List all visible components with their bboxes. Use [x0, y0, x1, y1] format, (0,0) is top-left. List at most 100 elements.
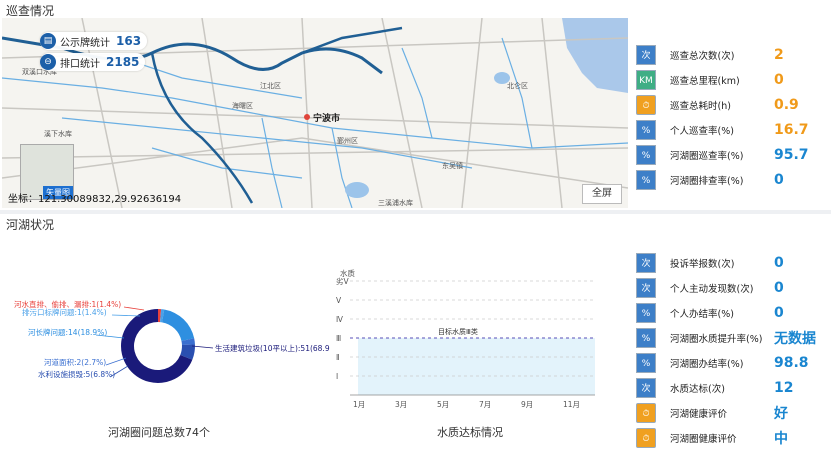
map-place-label: 江北区 — [260, 82, 281, 90]
stat-value: 无数据 — [774, 330, 816, 347]
stat-label: 河湖圈排查率(%) — [670, 175, 744, 187]
stat-label: 个人办结率(%) — [670, 308, 734, 320]
wq-ytick: Ⅲ — [336, 334, 341, 343]
stat-value: 98.8 — [774, 354, 809, 371]
map-city-marker-icon — [304, 114, 310, 120]
stat-row: % 个人办结率(%) 0 — [636, 300, 826, 325]
map-place-label: 北仑区 — [507, 81, 528, 90]
signboard-stat-label: 公示牌统计 — [60, 37, 110, 49]
signboard-stat[interactable]: ▤ 公示牌统计 163 — [40, 32, 148, 50]
river-panel: 河湖状况 河水直排、偷排、漏排:1(1.4%) 排污口标牌问题:1(1.4%) … — [0, 214, 831, 458]
map-city-label: 宁波市 — [313, 112, 340, 124]
stat-row: % 河湖圈水质提升率(%) 无数据 — [636, 325, 826, 350]
stat-value: 12 — [774, 379, 794, 396]
stat-row: ⏱ 巡查总耗时(h) 0.9 — [636, 92, 826, 117]
fullscreen-button[interactable]: 全屏 — [582, 184, 622, 204]
stat-value: 0 — [774, 171, 784, 188]
pie-leader-line — [111, 314, 141, 317]
wq-xtick: 5月 — [437, 400, 449, 409]
outfall-stat-label: 排口统计 — [60, 58, 100, 70]
stat-label: 巡查总次数(次) — [670, 50, 735, 62]
stat-row: % 河湖圈巡查率(%) 95.7 — [636, 142, 826, 167]
wq-area — [358, 338, 595, 395]
river-stats: 次投诉举报数(次) 0 次个人主动发现数(次) 0% 个人办结率(%) 0% 河湖圈水质提升… — [636, 250, 826, 450]
wq-ytick: Ⅴ — [336, 296, 342, 305]
percent-icon: % — [636, 352, 656, 373]
stat-row: 次 水质达标(次) 12 — [636, 375, 826, 400]
pie-label: 河道面积:2(2.7%) — [44, 357, 106, 367]
issue-pie-chart: 河水直排、偷排、漏排:1(1.4%) 排污口标牌问题:1(1.4%) 河长牌问题… — [14, 299, 330, 383]
stat-label: 河湖圈健康评价 — [670, 433, 737, 445]
wq-xtick: 3月 — [395, 400, 407, 409]
map-place-label: 溪下水库 — [44, 129, 72, 138]
stat-label: 个人巡查率(%) — [670, 125, 734, 137]
stat-value: 中 — [774, 430, 788, 447]
pie-caption: 河湖圈问题总数74个 — [108, 426, 210, 439]
clock-icon: ⏱ — [636, 402, 656, 423]
patrol-panel: 巡查情况 双溪口水库 溪下水库 三溪浦水库 海曙区 江北区 鄞州区 北仑区 东吴… — [0, 0, 831, 210]
patrol-map[interactable]: 双溪口水库 溪下水库 三溪浦水库 海曙区 江北区 鄞州区 北仑区 东吴镇 宁波市… — [2, 18, 628, 208]
stat-label: 巡查总里程(km) — [670, 75, 740, 87]
pie-label: 排污口标牌问题:1(1.4%) — [22, 307, 107, 317]
stat-label: 投诉举报数(次) — [670, 258, 735, 270]
wq-xtick: 7月 — [479, 400, 491, 409]
percent-icon: % — [636, 169, 656, 190]
count-icon: 次 — [636, 44, 656, 65]
map-place-label: 三溪浦水库 — [378, 198, 413, 207]
distance-icon: KM — [636, 69, 656, 90]
pie-label: 河长牌问题:14(18.9%) — [28, 327, 107, 337]
signboard-icon: ▤ — [40, 33, 56, 49]
pie-leader-line — [191, 345, 214, 349]
pie-slice[interactable] — [162, 309, 195, 341]
stat-label: 个人主动发现数(次) — [670, 283, 754, 295]
stat-value: 2 — [774, 46, 784, 63]
coordinate-readout: 坐标：121.30089832,29.92636194 — [8, 194, 182, 205]
stat-value: 0.9 — [774, 96, 799, 113]
stat-label: 河湖圈办结率(%) — [670, 358, 744, 370]
wq-xtick: 1月 — [353, 400, 365, 409]
signboard-stat-value: 163 — [116, 34, 142, 48]
stat-row: KM 巡查总里程(km) 0 — [636, 67, 826, 92]
count-icon: 次 — [636, 252, 656, 273]
patrol-title: 巡查情况 — [6, 4, 55, 18]
stat-row: 次 个人主动发现数(次) 0 — [636, 275, 826, 300]
river-title: 河湖状况 — [6, 218, 55, 232]
stat-label: 巡查总耗时(h) — [670, 100, 731, 112]
stat-value: 95.7 — [774, 146, 809, 163]
pie-label: 水利设施损毁:5(6.8%) — [38, 369, 115, 379]
stat-value: 好 — [774, 405, 788, 422]
stat-value: 0 — [774, 254, 784, 271]
stat-value: 0 — [774, 304, 784, 321]
count-icon: 次 — [636, 377, 656, 398]
map-place-label: 东吴镇 — [442, 161, 463, 170]
stat-row: 次 投诉举报数(次) 0 — [636, 250, 826, 275]
pie-leader-line — [105, 357, 127, 366]
map-place-label: 海曙区 — [232, 101, 253, 110]
stat-label: 河湖圈水质提升率(%) — [670, 333, 763, 345]
wq-ytick: Ⅰ — [336, 372, 338, 381]
patrol-stats: 次 巡查总次数(次) 2 KM 巡查总里程(km) 0 ⏱ 巡查总耗时(h) 0.9% 个人巡查率… — [636, 42, 826, 192]
percent-icon: % — [636, 302, 656, 323]
outfall-stat[interactable]: ⊖ 排口统计 2185 — [40, 53, 146, 71]
stat-row: % 河湖圈办结率(%) 98.8 — [636, 350, 826, 375]
wq-target-label: 目标水质Ⅲ类 — [438, 327, 478, 336]
map-sea — [562, 18, 628, 93]
stat-label: 河湖健康评价 — [670, 408, 728, 420]
clock-icon: ⏱ — [636, 427, 656, 448]
pie-label: 生活建筑垃圾(10平以上):51(68.9%) — [215, 343, 330, 353]
count-icon: 次 — [636, 277, 656, 298]
percent-icon: % — [636, 144, 656, 165]
clock-icon: ⏱ — [636, 94, 656, 115]
stat-row: % 河湖圈排查率(%) 0 — [636, 167, 826, 192]
water-quality-chart: 水质 劣ⅤⅤⅣⅢⅡⅠ目标水质Ⅲ类1月 3月 5月 7月 9月 11月 — [336, 268, 595, 409]
outfall-icon: ⊖ — [40, 54, 56, 70]
stat-row: ⏱ 河湖圈健康评价 中 — [636, 425, 826, 450]
map-place-label: 鄞州区 — [337, 136, 358, 145]
percent-icon: % — [636, 327, 656, 348]
map-lake — [345, 182, 369, 198]
stat-label: 河湖圈巡查率(%) — [670, 150, 744, 162]
pie-leader-line — [123, 306, 145, 311]
wq-caption: 水质达标情况 — [437, 426, 503, 439]
wq-xtick: 9月 — [521, 400, 533, 409]
wq-ytick: Ⅱ — [336, 353, 340, 362]
